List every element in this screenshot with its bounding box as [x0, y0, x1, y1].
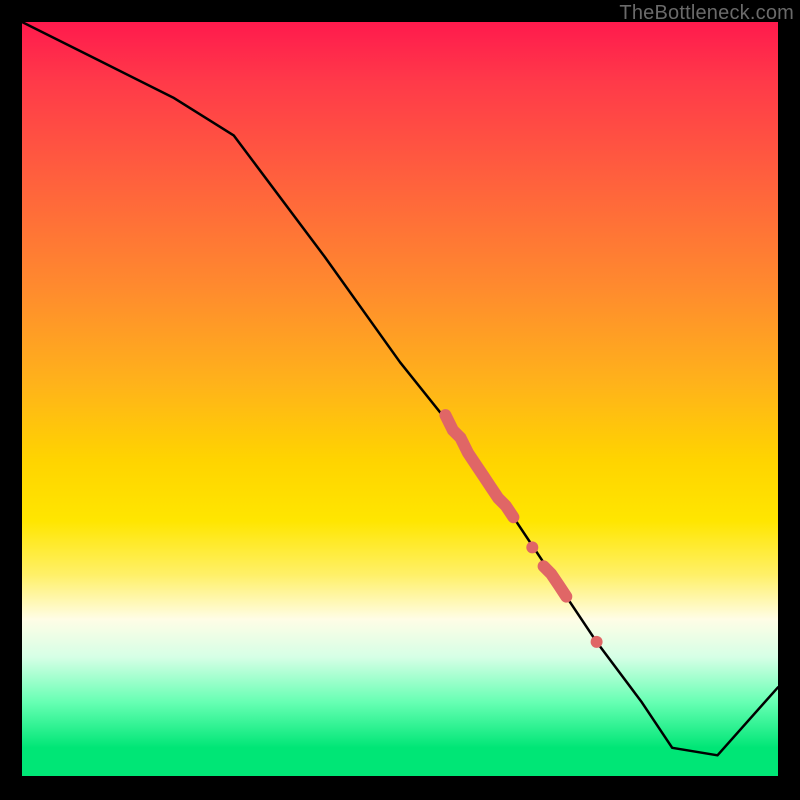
highlight-segment-2: [544, 566, 567, 596]
chart-frame: TheBottleneck.com: [0, 0, 800, 800]
highlight-segment-1: [445, 415, 513, 517]
highlight-dot-2: [591, 636, 603, 648]
bottleneck-curve: [22, 22, 778, 755]
chart-overlay: [22, 22, 778, 778]
watermark-text: TheBottleneck.com: [619, 2, 794, 25]
highlight-dot-1: [526, 541, 538, 553]
